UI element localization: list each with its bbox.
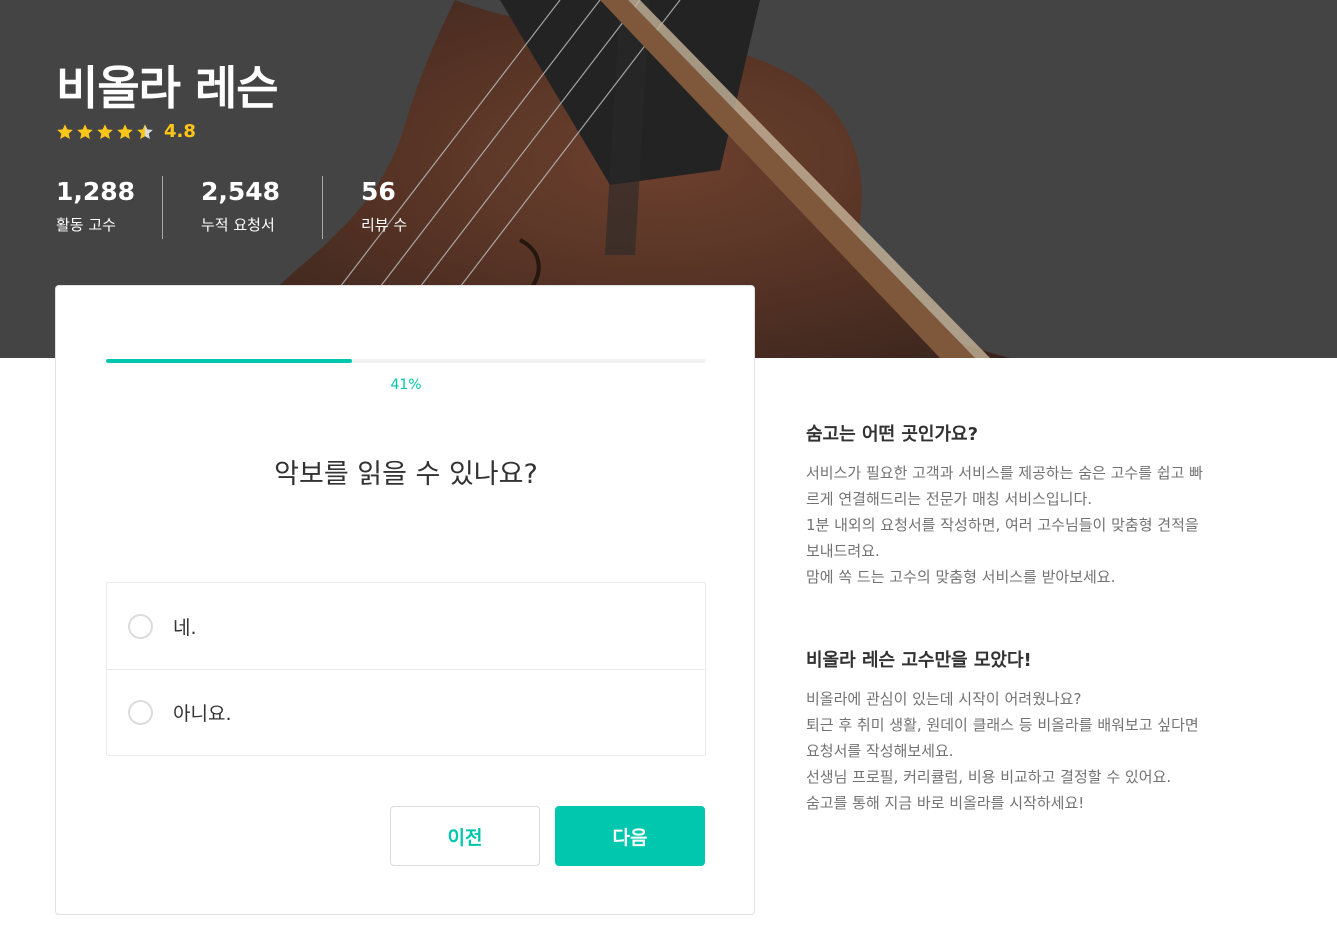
stat-value: 56 (361, 177, 396, 206)
survey-card: 41% 악보를 읽을 수 있나요? 네. 아니요. 이전 다음 (55, 285, 755, 915)
stat-value: 2,548 (201, 177, 281, 206)
page-title: 비올라 레슨 (56, 61, 279, 115)
info-text: 비올라에 관심이 있는데 시작이 어려웠나요? (806, 690, 1082, 708)
star-icon (97, 123, 113, 139)
progress-bar (106, 359, 706, 363)
stat-label: 활동 고수 (56, 216, 116, 234)
half-star-icon (137, 123, 153, 139)
stat-label: 누적 요청서 (201, 216, 275, 234)
next-button[interactable]: 다음 (555, 806, 705, 866)
star-icon (57, 123, 73, 139)
stat-label: 리뷰 수 (361, 216, 408, 234)
info-text: 요청서를 작성해보세요. (806, 742, 954, 760)
info-heading: 비올라 레슨 고수만을 모았다! (806, 650, 1032, 671)
stat-value: 1,288 (56, 177, 136, 206)
star-icon (117, 123, 133, 139)
info-heading: 숨고는 어떤 곳인가요? (806, 424, 979, 445)
rating: 4.8 (56, 121, 196, 142)
info-section-viola: 비올라 레슨 고수만을 모았다! 비올라에 관심이 있는데 시작이 어려웠나요?… (806, 646, 1276, 816)
radio-icon[interactable] (128, 613, 153, 639)
rating-value: 4.8 (164, 121, 196, 142)
info-text: 르게 연결해드리는 전문가 매칭 서비스입니다. (806, 490, 1093, 508)
info-text: 숨고를 통해 지금 바로 비올라를 시작하세요! (806, 794, 1085, 812)
info-text: 맘에 쏙 드는 고수의 맞춤형 서비스를 받아보세요. (806, 568, 1116, 586)
rating-stars (56, 123, 154, 141)
star-icon (77, 123, 93, 139)
option-label: 아니요. (173, 703, 232, 725)
stat-active-pros: 1,288 활동 고수 (56, 176, 162, 239)
answer-options: 네. 아니요. (106, 582, 706, 756)
info-text: 선생님 프로필, 커리큘럼, 비용 비교하고 결정할 수 있어요. (806, 768, 1172, 786)
info-text: 보내드려요. (806, 542, 880, 560)
stat-review-count: 56 리뷰 수 (322, 176, 482, 239)
info-section-about: 숨고는 어떤 곳인가요? 서비스가 필요한 고객과 서비스를 제공하는 숨은 고… (806, 420, 1276, 590)
progress-percent: 41% (390, 377, 422, 393)
info-text: 1분 내외의 요청서를 작성하면, 여러 고수님들이 맞춤형 견적을 (806, 516, 1199, 534)
stat-total-requests: 2,548 누적 요청서 (162, 176, 322, 239)
prev-button[interactable]: 이전 (390, 806, 540, 866)
option-yes[interactable]: 네. (107, 583, 705, 669)
stats-bar: 1,288 활동 고수 2,548 누적 요청서 56 리뷰 수 (56, 176, 482, 239)
question-title: 악보를 읽을 수 있나요? (274, 459, 538, 490)
info-text: 퇴근 후 취미 생활, 원데이 클래스 등 비올라를 배워보고 싶다면 (806, 716, 1199, 734)
radio-icon[interactable] (128, 700, 153, 725)
info-text: 서비스가 필요한 고객과 서비스를 제공하는 숨은 고수를 쉽고 빠 (806, 464, 1203, 482)
option-label: 네. (173, 616, 197, 639)
progress-fill (106, 359, 352, 363)
option-no[interactable]: 아니요. (107, 669, 705, 755)
